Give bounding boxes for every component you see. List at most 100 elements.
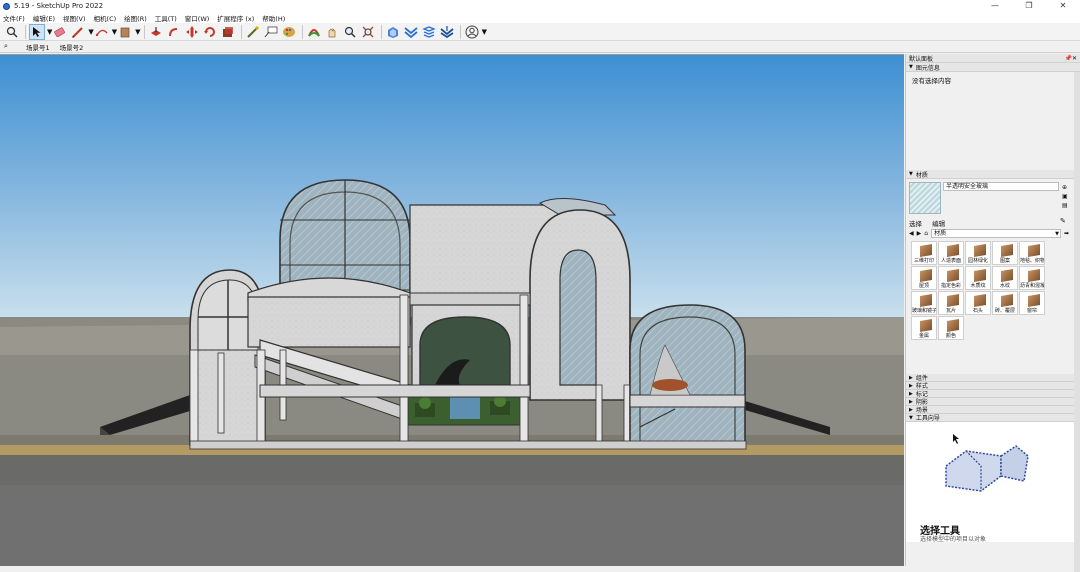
material-name-field[interactable]: 半透明安全玻璃 [943,182,1059,191]
swatch-folder[interactable]: 沥青和混凝土 [1019,266,1045,290]
model-viewport[interactable]: IA [0,54,904,566]
folder-icon [947,318,959,333]
swatch-folder[interactable]: 石头 [965,291,991,315]
toolbar-divider [380,24,382,39]
offset-icon[interactable] [220,24,236,40]
swatch-folder[interactable]: 窗帘 [1019,291,1045,315]
folder-icon [947,243,959,258]
search-icon[interactable] [4,24,20,40]
forward-arrow-icon[interactable]: ▶ [917,230,922,237]
tab-scene-2[interactable]: 场景号2 [58,42,86,52]
sample-paint-icon[interactable]: ▣ [1062,192,1068,201]
materials-header[interactable]: ▼ 材质 [906,170,1080,179]
chevron-down-icon[interactable]: ▼ [135,28,140,36]
swatch-folder[interactable]: 水纹 [992,266,1018,290]
scene-search-icon[interactable]: ⌕ [4,42,18,52]
menu-window[interactable]: 窗口(W) [185,13,210,23]
chevron-down-icon: ▼ [909,414,913,421]
folder-icon [920,268,932,283]
swatch-folder[interactable]: 图案 [992,241,1018,265]
instructor-subtitle: 选择模型中的项目以对象 [920,536,987,543]
home-icon[interactable]: ⌂ [924,230,928,237]
move-icon[interactable] [184,24,200,40]
materials-nav: ◀ ▶ ⌂ 材质 ▼ ➡ [909,228,1069,238]
menu-draw[interactable]: 绘图(R) [124,13,147,23]
tags-header[interactable]: ▶ 标记 [906,390,1080,398]
chevron-down-icon: ▼ [909,64,913,70]
select-tool-icon[interactable] [29,23,45,40]
tab-edit[interactable]: 编辑 [932,220,945,228]
restore-button[interactable]: ❐ [1012,0,1046,12]
folder-icon [974,268,986,283]
swatch-folder[interactable]: 玻璃和镜子 [911,291,937,315]
folder-icon [1028,243,1040,258]
tape-measure-icon[interactable] [245,24,261,40]
entity-info-header[interactable]: ▼ 图元信息 [906,63,1080,72]
menu-file[interactable]: 文件(F) [3,13,25,23]
paint-palette-icon[interactable] [281,24,297,40]
pan-icon[interactable] [324,24,340,40]
swatch-folder[interactable]: 园林绿化 [965,241,991,265]
tab-scene-1[interactable]: 场景号1 [24,42,52,52]
shadows-header[interactable]: ▶ 阴影 [906,398,1080,406]
pencil-icon[interactable] [70,24,86,40]
title-bar: 5.19 - SketchUp Pro 2022 — ❐ ✕ [0,0,1080,12]
menu-extensions[interactable]: 扩展程序 (x) [217,13,254,23]
menu-edit[interactable]: 编辑(E) [33,13,55,23]
tab-select[interactable]: 选择 [909,220,922,228]
swatch-folder[interactable]: 瓦片 [938,291,964,315]
swatch-folder[interactable]: 颜色 [938,316,964,340]
instructor-body: 选择工具 选择模型中的项目以对象 [906,422,1080,543]
orbit-icon[interactable] [306,24,322,40]
extension-warehouse-icon[interactable] [403,24,419,40]
swatch-folder[interactable]: 地毯、织物 [1019,241,1045,265]
zoom-extents-icon[interactable] [360,24,376,40]
color-sample-icon[interactable]: ▤ [1062,201,1068,210]
text-tool-icon[interactable] [263,24,279,40]
material-swatch-grid: 三维打印 人造表面 园林绿化 图案 地毯、织物 屋顶 指定色彩 木质纹 水纹 沥… [911,241,1045,340]
materials-tabs: 选择 编辑 [909,218,945,228]
rotate-icon[interactable] [202,24,218,40]
tray-scrollbar[interactable] [1074,72,1080,572]
material-side-icons: ⊕ ▣ ▤ [1062,183,1068,210]
paint-bucket-icon[interactable] [117,24,133,40]
swatch-folder[interactable]: 指定色彩 [938,266,964,290]
eraser-icon[interactable] [52,24,68,40]
details-arrow-icon[interactable]: ➡ [1064,230,1069,237]
material-library-select[interactable]: 材质 ▼ [931,228,1061,238]
swatch-folder[interactable]: 木质纹 [965,266,991,290]
account-icon[interactable] [464,24,480,40]
back-arrow-icon[interactable]: ◀ [909,230,914,237]
swatch-folder[interactable]: 金属 [911,316,937,340]
folder-icon [920,293,932,308]
styles-header[interactable]: ▶ 样式 [906,382,1080,390]
minimize-button[interactable]: — [978,0,1012,12]
instructor-header[interactable]: ▼ 工具向导 [906,414,1080,422]
default-tray: 默认面板 📌✕ ▼ 图元信息 没有选择内容 ▼ 材质 半透明安全玻璃 ⊕ ▣ ▤… [905,54,1080,572]
close-button[interactable]: ✕ [1046,0,1080,12]
layout-send-icon[interactable] [421,24,437,40]
menu-tools[interactable]: 工具(T) [155,13,177,23]
create-material-icon[interactable]: ⊕ [1062,183,1068,192]
swatch-folder[interactable]: 屋顶 [911,266,937,290]
menu-view[interactable]: 视图(V) [63,13,86,23]
materials-body: 半透明安全玻璃 ⊕ ▣ ▤ 选择 编辑 ✎ ◀ ▶ ⌂ 材质 ▼ ➡ 三维打印 … [906,179,1080,374]
zoom-icon[interactable] [342,24,358,40]
swatch-folder[interactable]: 人造表面 [938,241,964,265]
eyedropper-icon[interactable]: ✎ [1060,217,1066,225]
toolbar-divider [459,24,461,39]
swatch-folder[interactable]: 三维打印 [911,241,937,265]
warehouse-icon[interactable] [385,24,401,40]
push-pull-icon[interactable] [148,24,164,40]
menu-help[interactable]: 帮助(H) [262,13,285,23]
swatch-folder[interactable]: 砖、覆层 [992,291,1018,315]
chevron-down-icon[interactable]: ▼ [482,28,487,36]
sketchup-app-icon [3,2,10,10]
components-header[interactable]: ▶ 组件 [906,374,1080,382]
window-title: 5.19 - SketchUp Pro 2022 [14,2,104,10]
shape-tool-icon[interactable] [94,24,110,40]
pin-icon[interactable]: 📌✕ [1065,55,1078,62]
extension-manager-icon[interactable] [439,24,455,40]
follow-me-icon[interactable] [166,24,182,40]
menu-camera[interactable]: 相机(C) [94,13,117,23]
